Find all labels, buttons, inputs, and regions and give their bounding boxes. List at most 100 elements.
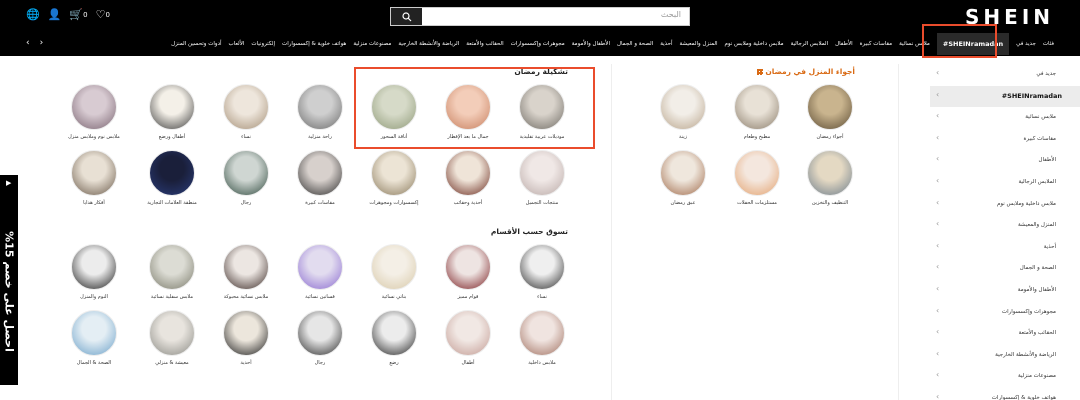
category-thumb[interactable]: التنظيف والتخزين: [800, 150, 860, 206]
category-thumb[interactable]: أطفال: [438, 310, 498, 366]
chevron-left-icon: ‹: [936, 68, 940, 77]
nav-item[interactable]: هواتف خلوية & إكسسوارات: [282, 41, 346, 47]
sidebar-item[interactable]: ‹ ملابس نسائية: [900, 107, 1080, 129]
nav-item[interactable]: فئات: [1043, 41, 1054, 47]
sidebar-item[interactable]: ‹ أحذية: [900, 237, 1080, 259]
nav-item[interactable]: إلكترونيات: [251, 41, 275, 47]
nav-item[interactable]: مجوهرات وإكسسوارات: [511, 41, 565, 47]
nav-item[interactable]: الأطفال: [835, 41, 853, 47]
sidebar-item-label: جديد في: [1036, 71, 1056, 77]
category-thumb[interactable]: قوام مميز: [438, 244, 498, 300]
thumb-label: رجال: [314, 360, 326, 366]
category-thumb[interactable]: النوم والمنزل: [64, 244, 124, 300]
thumb-label: ملابس داخلية: [528, 360, 556, 366]
nav-item[interactable]: الحقائب والأمتعة: [466, 41, 503, 47]
nav-item[interactable]: ملابس داخلية وملابس نوم: [725, 41, 784, 47]
category-thumb[interactable]: أجواء رمضان: [800, 84, 860, 140]
category-thumb[interactable]: راحة منزلية: [290, 84, 350, 140]
thumb-image: [71, 84, 117, 130]
globe-icon[interactable]: 🌐: [26, 8, 40, 22]
sidebar-item[interactable]: ‹ مجوهرات وإكسسوارات: [900, 302, 1080, 324]
sidebar-item[interactable]: ‹ الملابس الرجالية: [900, 172, 1080, 194]
category-thumb[interactable]: زينة: [653, 84, 713, 140]
category-thumb[interactable]: مطبخ وطعام: [727, 84, 787, 140]
nav-item[interactable]: أحذية: [660, 41, 672, 47]
nav-item[interactable]: الألعاب: [229, 41, 245, 47]
sidebar-item[interactable]: ‹ جديد في: [900, 64, 1080, 86]
cart-icon[interactable]: 🛒 0: [69, 8, 87, 22]
nav-item[interactable]: الرياضة والأنشطة الخارجية: [398, 41, 459, 47]
nav-item[interactable]: مقاسات كبيرة: [860, 41, 892, 47]
category-thumb[interactable]: أناقة السحور: [364, 84, 424, 140]
thumb-image: [223, 84, 269, 130]
sidebar-item[interactable]: ‹ هواتف خلوية & إكسسوارات: [900, 388, 1080, 400]
category-thumb[interactable]: جمال ما بعد الإفطار: [438, 84, 498, 140]
category-thumb[interactable]: منتجات التجميل: [512, 150, 572, 206]
thumb-image: [445, 244, 491, 290]
nav-item[interactable]: المنزل والمعيشة: [680, 41, 718, 47]
play-arrow-icon: ▶: [6, 179, 12, 187]
sidebar-item-label: ملابس نسائية: [1025, 114, 1056, 121]
sidebar-item-label: الحقائب والأمتعة: [1018, 330, 1056, 337]
category-thumb[interactable]: الصحة & الجمال: [64, 310, 124, 366]
sidebar-item[interactable]: ‹ مصنوعات منزلية: [900, 366, 1080, 388]
sidebar-item[interactable]: ‹ الأطفال: [900, 150, 1080, 172]
sidebar-item[interactable]: ‹ الحقائب والأمتعة: [900, 323, 1080, 345]
category-thumb[interactable]: فساتين نسائية: [290, 244, 350, 300]
chevron-right-icon[interactable]: ›: [40, 38, 44, 48]
thumb-label: الصحة & الجمال: [76, 360, 112, 366]
nav-item[interactable]: الأطفال والأمومة: [572, 41, 610, 47]
thumb-image: [519, 244, 565, 290]
category-thumb[interactable]: ملابس نسائية محبوكة: [216, 244, 276, 300]
category-thumb[interactable]: ملابس سفلية نسائية: [142, 244, 202, 300]
category-thumb[interactable]: منطقة العلامات التجارية: [142, 150, 202, 206]
nav-item[interactable]: الملابس الرجالية: [791, 41, 829, 47]
discount-promo-tab[interactable]: ▶ احصل على خصم 15%: [0, 175, 18, 385]
category-thumb[interactable]: أحذية وحقائب: [438, 150, 498, 206]
category-thumb[interactable]: مستلزمات الحفلات: [727, 150, 787, 206]
heart-icon[interactable]: ♡ 0: [96, 8, 110, 22]
category-thumb[interactable]: ملابس نوم وملابس منزل: [64, 84, 124, 140]
category-thumb[interactable]: نساء: [216, 84, 276, 140]
category-thumb[interactable]: أطفال ورضع: [142, 84, 202, 140]
category-thumb[interactable]: عبق رمضان: [653, 150, 713, 206]
search-bar[interactable]: البحث: [390, 7, 690, 26]
category-thumb[interactable]: رضع: [364, 310, 424, 366]
sidebar-item[interactable]: ‹ ملابس داخلية وملابس نوم: [900, 194, 1080, 216]
category-thumb[interactable]: نساء: [512, 244, 572, 300]
chevron-left-icon[interactable]: ‹: [26, 38, 30, 48]
search-button[interactable]: [391, 8, 422, 25]
category-thumb[interactable]: موديلات عربية تقليدية: [512, 84, 572, 140]
sidebar-item-label: أحذية: [1043, 243, 1056, 250]
sidebar-item-label: مصنوعات منزلية: [1017, 373, 1056, 380]
sidebar-item[interactable]: ‹ الرياضة والأنشطة الخارجية: [900, 345, 1080, 367]
sidebar-item[interactable]: ‹ المنزل والمعيشة: [900, 215, 1080, 237]
thumb-image: [445, 310, 491, 356]
nav-item[interactable]: جديد في: [1016, 41, 1036, 47]
nav-item[interactable]: أدوات وتحسين المنزل: [171, 41, 221, 47]
category-thumb[interactable]: معيشة & منزلي: [142, 310, 202, 366]
thumb-label: أحذية: [240, 360, 252, 366]
category-thumb[interactable]: أفكار هدايا: [64, 150, 124, 206]
sidebar-item[interactable]: ‹ SHEINramadan#: [930, 85, 1080, 108]
category-thumb[interactable]: إكسسوارات ومجوهرات: [364, 150, 424, 206]
category-thumb[interactable]: مقاسات كبيرة: [290, 150, 350, 206]
sidebar-item[interactable]: ‹ الصحة و الجمال: [900, 258, 1080, 280]
thumb-label: منتجات التجميل: [525, 200, 559, 206]
sidebar-item[interactable]: ‹ الأطفال والأمومة: [900, 280, 1080, 302]
thumb-label: النوم والمنزل: [80, 294, 108, 300]
person-icon[interactable]: 👤: [48, 8, 62, 22]
nav-item[interactable]: الصحة و الجمال: [617, 41, 653, 47]
search-input[interactable]: البحث: [661, 10, 681, 19]
thumb-image: [297, 84, 343, 130]
globe-icon-glyph: 🌐: [26, 8, 40, 21]
category-thumb[interactable]: أحذية: [216, 310, 276, 366]
search-icon: [401, 11, 411, 21]
thumb-label: أطفال ورضع: [158, 134, 186, 140]
category-thumb[interactable]: ملابس داخلية: [512, 310, 572, 366]
nav-item[interactable]: مصنوعات منزلية: [353, 41, 391, 47]
category-thumb[interactable]: بناتي نسائية: [364, 244, 424, 300]
category-thumb[interactable]: رجال: [216, 150, 276, 206]
sidebar-item[interactable]: ‹ مقاسات كبيرة: [900, 129, 1080, 151]
category-thumb[interactable]: رجال: [290, 310, 350, 366]
